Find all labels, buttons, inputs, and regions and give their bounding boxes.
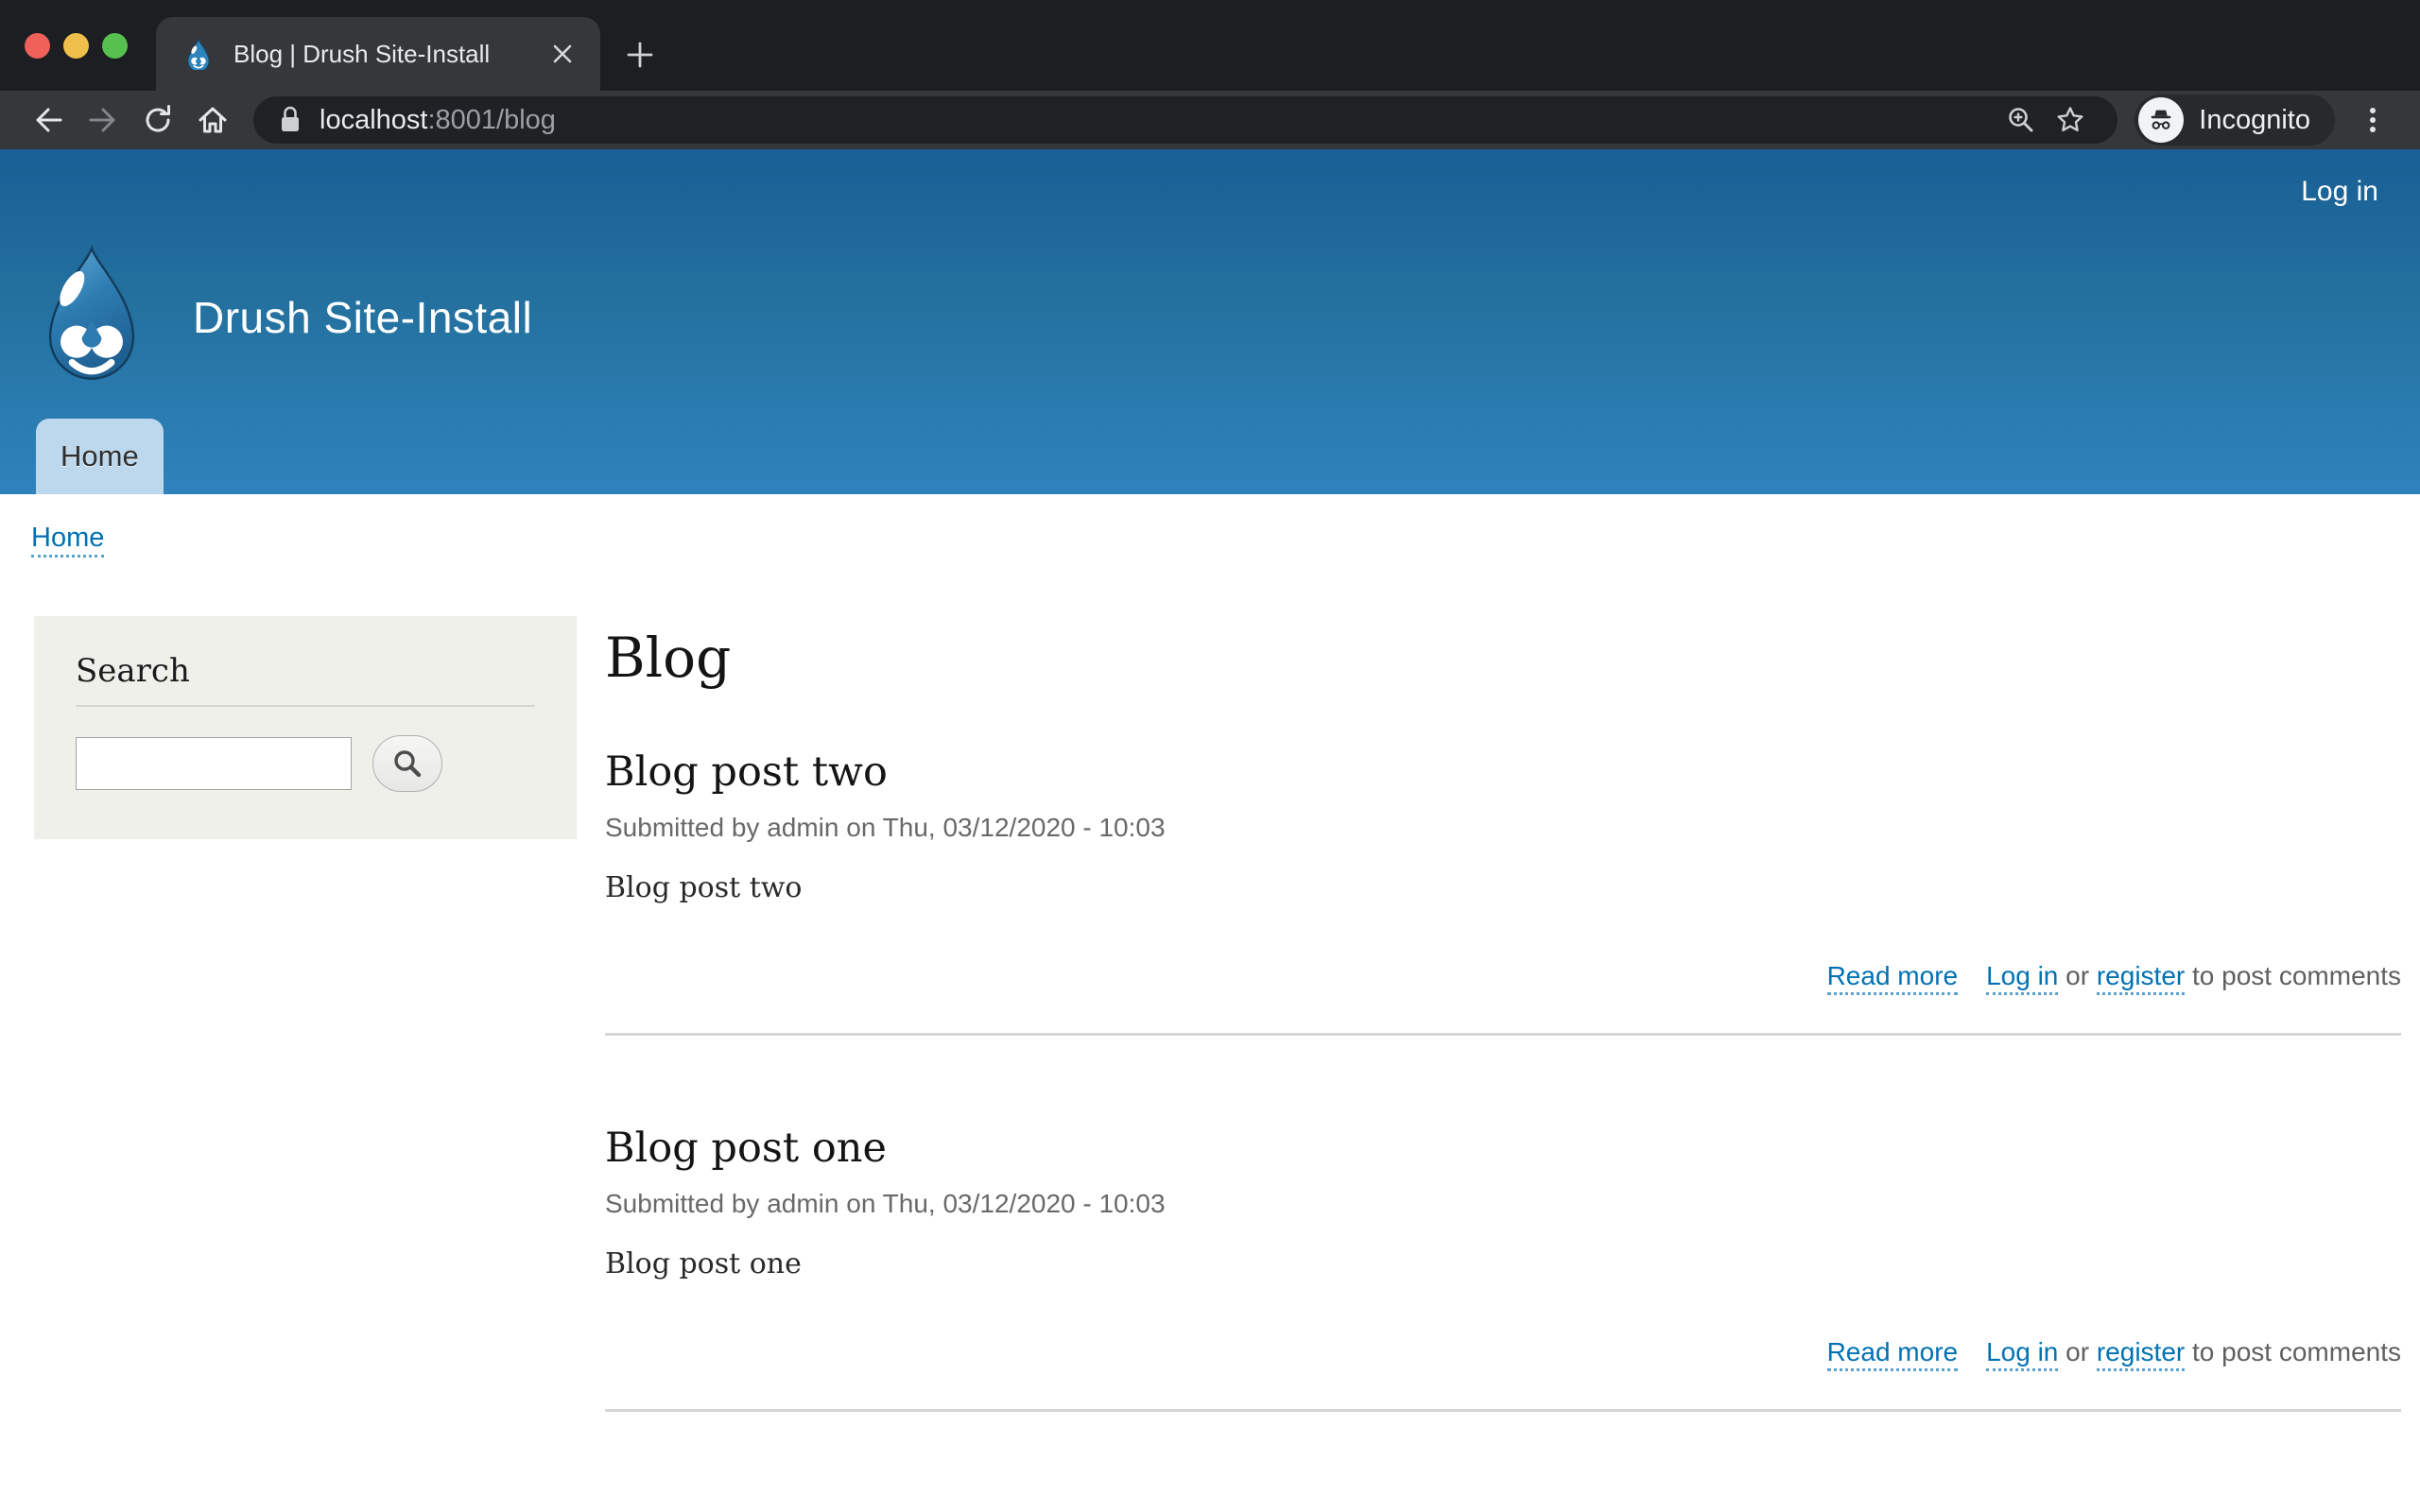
- post-title[interactable]: Blog post one: [605, 1125, 2401, 1172]
- post-body: Blog post one: [605, 1247, 2401, 1280]
- main-navigation: Home: [36, 419, 164, 494]
- read-more-link[interactable]: Read more: [1827, 961, 1959, 995]
- read-more-link[interactable]: Read more: [1827, 1337, 1959, 1371]
- search-block-title: Search: [76, 652, 535, 707]
- breadcrumb-home-link[interactable]: Home: [31, 523, 104, 558]
- post-divider: [605, 1033, 2401, 1036]
- browser-menu-icon[interactable]: [2346, 95, 2399, 145]
- back-icon[interactable]: [21, 95, 76, 145]
- main-content: Blog Blog post two Submitted by admin on…: [605, 616, 2401, 1412]
- address-bar[interactable]: localhost:8001/blog: [253, 96, 2118, 144]
- browser-tab-strip: Blog | Drush Site-Install: [0, 0, 2420, 91]
- window-close-button[interactable]: [25, 33, 50, 59]
- url-path: :8001/blog: [427, 105, 555, 135]
- window-zoom-button[interactable]: [102, 33, 128, 59]
- search-form: [76, 735, 535, 792]
- magnifier-icon: [391, 747, 424, 780]
- post-submitted: Submitted by admin on Thu, 03/12/2020 - …: [605, 1189, 2401, 1219]
- nav-tab-home[interactable]: Home: [36, 419, 164, 494]
- zoom-in-icon[interactable]: [1996, 99, 2046, 141]
- or-text: or: [2066, 961, 2089, 990]
- bookmark-star-icon[interactable]: [2046, 99, 2095, 141]
- post-links: Read moreLog in or register to post comm…: [605, 961, 2401, 991]
- to-post-comments-text: to post comments: [2192, 1337, 2401, 1366]
- blog-post: Blog post two Submitted by admin on Thu,…: [605, 748, 2401, 1036]
- window-controls: [25, 33, 128, 59]
- incognito-label: Incognito: [2199, 105, 2310, 136]
- drupal-logo[interactable]: [34, 244, 149, 391]
- new-tab-button[interactable]: [619, 34, 661, 76]
- incognito-icon: [2138, 97, 2184, 143]
- site-header: Log in Drush Site-Install Home: [0, 149, 2420, 494]
- login-link[interactable]: Log in: [2301, 176, 2378, 208]
- browser-toolbar: localhost:8001/blog Incognito: [0, 91, 2420, 149]
- drupal-favicon-icon: [182, 38, 215, 70]
- sidebar: Search: [34, 616, 577, 839]
- register-link[interactable]: register: [2097, 961, 2185, 995]
- search-input[interactable]: [76, 737, 352, 790]
- or-text: or: [2066, 1337, 2089, 1366]
- login-to-comment-link[interactable]: Log in: [1986, 961, 2058, 995]
- post-body: Blog post two: [605, 871, 2401, 904]
- breadcrumb: Home: [31, 523, 2420, 554]
- browser-tab[interactable]: Blog | Drush Site-Install: [156, 17, 600, 91]
- search-submit-button[interactable]: [372, 735, 442, 792]
- tab-title: Blog | Drush Site-Install: [233, 40, 545, 69]
- tab-close-icon[interactable]: [545, 37, 579, 71]
- post-submitted: Submitted by admin on Thu, 03/12/2020 - …: [605, 813, 2401, 843]
- incognito-badge: Incognito: [2135, 94, 2335, 146]
- url-host: localhost: [320, 105, 427, 135]
- post-links: Read moreLog in or register to post comm…: [605, 1337, 2401, 1367]
- url-text: localhost:8001/blog: [320, 105, 556, 136]
- home-icon[interactable]: [185, 95, 240, 145]
- forward-icon[interactable]: [76, 95, 130, 145]
- search-block: Search: [34, 616, 577, 839]
- site-branding: Drush Site-Install: [34, 244, 532, 391]
- reload-icon[interactable]: [130, 95, 185, 145]
- post-title[interactable]: Blog post two: [605, 748, 2401, 796]
- post-divider: [605, 1409, 2401, 1412]
- register-link[interactable]: register: [2097, 1337, 2185, 1371]
- lock-icon[interactable]: [276, 104, 304, 136]
- login-to-comment-link[interactable]: Log in: [1986, 1337, 2058, 1371]
- site-name[interactable]: Drush Site-Install: [193, 292, 532, 343]
- to-post-comments-text: to post comments: [2192, 961, 2401, 990]
- blog-post: Blog post one Submitted by admin on Thu,…: [605, 1125, 2401, 1412]
- page-title: Blog: [605, 626, 2401, 690]
- window-minimize-button[interactable]: [63, 33, 89, 59]
- page-columns: Search Blog Blog post two Submitted by a…: [0, 616, 2420, 1412]
